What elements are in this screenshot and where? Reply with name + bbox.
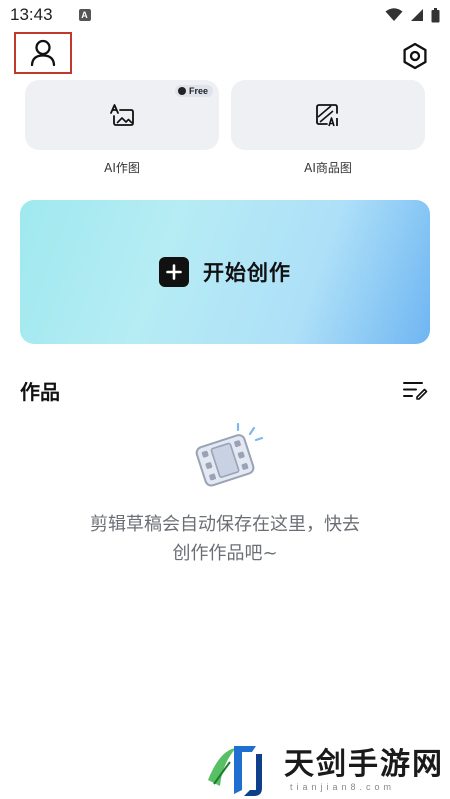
film-reel-icon: [195, 422, 264, 487]
status-icons: [385, 7, 440, 23]
a-notification-letter: A: [81, 10, 88, 20]
status-bar: 13:43 A: [0, 0, 450, 30]
empty-state-line-2: 创作作品吧~: [172, 543, 278, 564]
ai-image-label: AI作图: [104, 161, 140, 175]
free-badge: Free: [174, 85, 213, 97]
person-icon: [30, 39, 56, 67]
watermark: 天剑手游网 tianjian8.com: [200, 740, 450, 799]
signal-icon: [411, 9, 423, 21]
clock-icon: [177, 87, 186, 95]
watermark-logo-icon: [208, 746, 262, 796]
works-edit-button[interactable]: [401, 378, 429, 402]
watermark-title: 天剑手游网: [284, 746, 444, 782]
settings-icon: [403, 42, 427, 70]
start-create-button[interactable]: 开始创作: [20, 200, 430, 344]
works-title: 作品: [20, 380, 60, 404]
status-time: 13:43: [10, 5, 53, 24]
free-badge-label: Free: [188, 86, 208, 96]
ai-image-icon: [110, 104, 134, 126]
wifi-icon: [385, 8, 403, 21]
a-notification-icon: A: [78, 9, 91, 21]
empty-state-message: 剪辑草稿会自动保存在这里，快去 创作作品吧~: [0, 510, 450, 568]
ai-image-card[interactable]: Free: [25, 80, 219, 150]
ai-product-image-card[interactable]: [231, 80, 425, 150]
settings-button[interactable]: [398, 39, 432, 73]
battery-icon: [431, 7, 440, 22]
watermark-subtitle: tianjian8.com: [290, 781, 396, 792]
ai-product-image-icon: [316, 104, 338, 127]
empty-state-line-1: 剪辑草稿会自动保存在这里，快去: [90, 514, 360, 535]
start-create-label: 开始创作: [203, 261, 291, 285]
plus-icon: [159, 257, 189, 287]
ai-product-image-label: AI商品图: [304, 161, 352, 175]
edit-list-icon: [403, 382, 428, 400]
profile-button[interactable]: [14, 32, 72, 74]
